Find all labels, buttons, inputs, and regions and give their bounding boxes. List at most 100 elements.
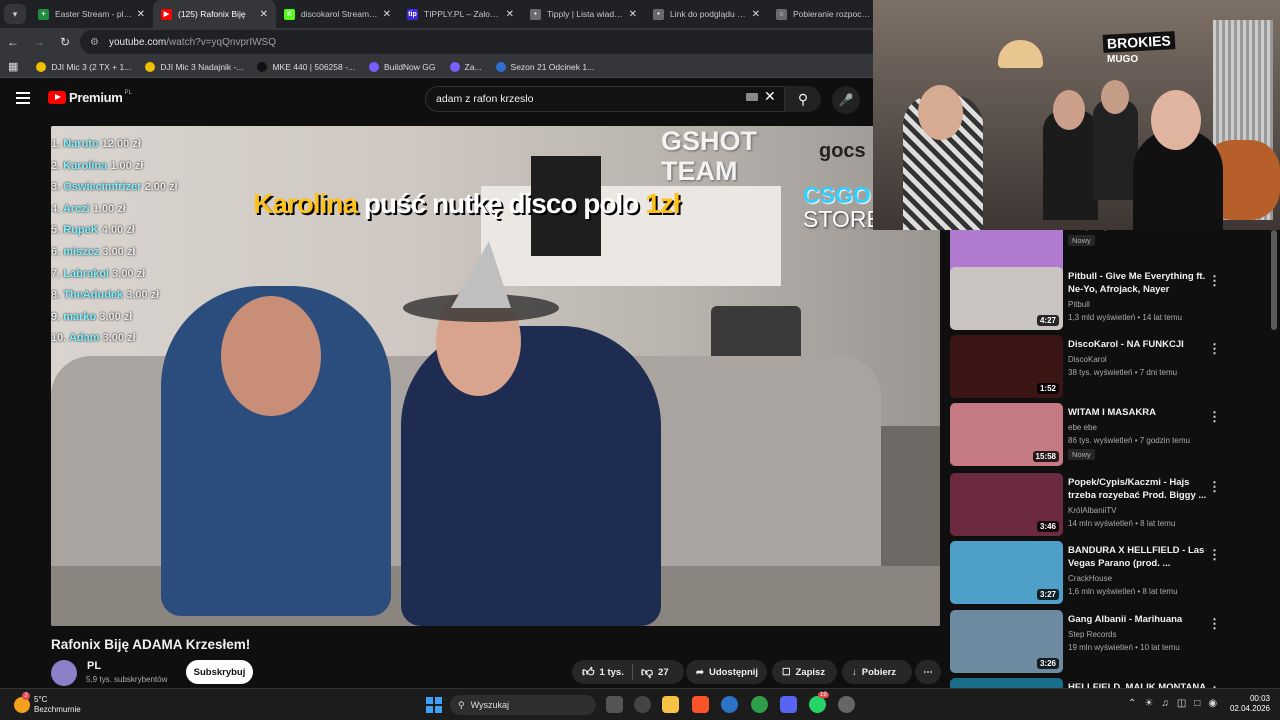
- bookmark-label: Sezon 21 Odcinek 1...: [510, 61, 595, 72]
- channel-name[interactable]: PL: [87, 660, 101, 672]
- url-bar[interactable]: ⚙ youtube.com/watch?v=yqQnvprIWSQ: [80, 30, 880, 54]
- forward-button[interactable]: →: [26, 35, 52, 49]
- subscribe-button[interactable]: Subskrybuj: [186, 660, 253, 684]
- share-label: Udostępnij: [708, 666, 759, 678]
- more-vert-icon[interactable]: ⋮: [1208, 547, 1221, 563]
- dislike-button[interactable]: 👎︎ 27: [641, 665, 669, 680]
- brave-icon[interactable]: [692, 696, 709, 713]
- clear-search-icon[interactable]: ✕: [764, 88, 776, 105]
- settings-icon[interactable]: [838, 696, 855, 713]
- video-player[interactable]: 1. Naruto 12.00 zł 2. Karolina 1.00 zł 3. …: [51, 126, 940, 626]
- recommendation-channel[interactable]: Step Records: [1068, 630, 1116, 639]
- recommendation-thumbnail[interactable]: 4:27: [950, 267, 1063, 330]
- menu-icon[interactable]: [16, 92, 30, 104]
- reload-button[interactable]: ↻: [52, 35, 78, 49]
- recommendation-thumbnail[interactable]: 3:46: [950, 473, 1063, 536]
- more-actions-button[interactable]: ⋯: [915, 660, 941, 684]
- bookmark-item[interactable]: BuildNow GG: [369, 61, 436, 72]
- tab-title: TIPPLY.PL – Zaloguj si: [424, 9, 502, 19]
- taskbar-search[interactable]: ⚲ Wyszukaj: [450, 695, 596, 715]
- more-vert-icon[interactable]: ⋮: [1208, 341, 1221, 357]
- browser-tab[interactable]: ▶ (125) Rafonix Biję ✕: [153, 0, 276, 28]
- back-button[interactable]: ←: [0, 35, 26, 49]
- recommendation-title[interactable]: BANDURA X HELLFIELD - Las Vegas Parano (…: [1068, 545, 1208, 570]
- recommendations-list: 2:17167 tys. wyświetleń • 5 dni temuNowy…: [950, 230, 1270, 688]
- search-button[interactable]: ⚲: [785, 86, 821, 112]
- discord-icon[interactable]: [780, 696, 797, 713]
- bookmark-item[interactable]: Za...: [449, 61, 482, 72]
- task-view-icon[interactable]: [606, 696, 623, 713]
- system-tray[interactable]: ⌃☀♫◫□◉: [1128, 698, 1225, 709]
- more-vert-icon[interactable]: ⋮: [1208, 616, 1221, 632]
- channel-subscribers: 5,9 tys. subskrybentów: [86, 675, 168, 684]
- browser-tab[interactable]: • Link do podglądu | W ✕: [645, 0, 768, 28]
- voice-search-button[interactable]: 🎤: [832, 86, 860, 114]
- tab-title: Link do podglądu | W: [670, 9, 748, 19]
- more-vert-icon[interactable]: ⋮: [1208, 409, 1221, 425]
- bookmark-favicon-icon: [369, 61, 380, 72]
- browser-tab[interactable]: • Tipply | Lista wiadom ✕: [522, 0, 645, 28]
- keyboard-icon[interactable]: [746, 93, 758, 101]
- file-explorer-icon[interactable]: [662, 696, 679, 713]
- like-separator: [631, 664, 633, 680]
- widgets-icon[interactable]: [634, 696, 651, 713]
- recommendation-channel[interactable]: Pitbull: [1068, 300, 1090, 309]
- recommendation-thumbnail[interactable]: 3:26: [950, 610, 1063, 673]
- recommendation-duration: 3:46: [1036, 521, 1059, 532]
- bookmark-favicon-icon: [145, 61, 156, 72]
- bookmark-item[interactable]: Sezon 21 Odcinek 1...: [495, 61, 595, 72]
- channel-avatar[interactable]: [51, 660, 77, 686]
- tab-close-icon[interactable]: ✕: [752, 9, 760, 20]
- donation-message-name: Karolina: [253, 188, 358, 219]
- recommendation-channel[interactable]: DiscoKarol: [1068, 355, 1107, 364]
- recommendation-thumbnail[interactable]: 15:58: [950, 403, 1063, 466]
- save-button[interactable]: ☐ Zapisz: [772, 660, 837, 684]
- share-icon: ➦: [696, 666, 704, 678]
- taskbar-clock[interactable]: 00:03 02.04.2026: [1228, 694, 1270, 714]
- recommendation-channel[interactable]: CrackHouse: [1068, 574, 1112, 583]
- ranking-row: 10. Adam 3.00 zł: [51, 328, 178, 350]
- youtube-logo[interactable]: Premium PL: [48, 90, 132, 105]
- ranking-name: TheAdudek: [63, 289, 124, 302]
- recommendations-scrollbar[interactable]: [1271, 230, 1277, 330]
- recommendation-channel[interactable]: KrólAlbaniiTV: [1068, 506, 1116, 515]
- windows-taskbar: 2 5°C Bezchmurnie ⚲ Wyszukaj 19 ⌃☀♫◫□◉ 00…: [0, 688, 1280, 720]
- download-button[interactable]: ↓ Pobierz: [842, 660, 912, 684]
- recommendation-title[interactable]: Gang Albanii - Marihuana: [1068, 614, 1208, 627]
- browser-tab[interactable]: Kdiscokarol Stream - W ✕: [276, 0, 399, 28]
- ccleaner-icon[interactable]: [721, 696, 738, 713]
- bookmark-item[interactable]: DJI Mic 3 (2 TX + 1...: [36, 61, 131, 72]
- recommendation-title[interactable]: Pitbull - Give Me Everything ft. Ne-Yo, …: [1068, 271, 1208, 296]
- recommendation-thumbnail[interactable]: [950, 678, 1063, 688]
- like-button[interactable]: 👍︎ 1 tys.: [582, 665, 624, 680]
- more-vert-icon[interactable]: ⋮: [1208, 479, 1221, 495]
- recommendation-meta: 1,3 mld wyświetleń • 14 lat temu: [1068, 313, 1182, 322]
- chrome-icon[interactable]: [751, 696, 768, 713]
- site-info-icon[interactable]: ⚙: [90, 37, 99, 48]
- whatsapp-icon[interactable]: [809, 696, 826, 713]
- recommendation-title[interactable]: Popek/Cypis/Kaczmi - Hajs trzeba rozyeba…: [1068, 477, 1208, 502]
- apps-icon[interactable]: ▦: [8, 60, 18, 73]
- tab-close-icon[interactable]: ✕: [260, 9, 268, 20]
- bookmark-item[interactable]: MKE 440 | 506258 -...: [257, 61, 355, 72]
- recommendation-channel[interactable]: ebe ebe: [1068, 423, 1097, 432]
- recommendation-title[interactable]: WITAM I MASAKRA: [1068, 407, 1208, 420]
- browser-tab[interactable]: + Easter Stream - plan ✕: [30, 0, 153, 28]
- recommendation-thumbnail[interactable]: 1:52: [950, 335, 1063, 398]
- bookmarks-list: DJI Mic 3 (2 TX + 1... DJI Mic 3 Nadajnik…: [36, 61, 608, 72]
- tab-close-icon[interactable]: ✕: [506, 9, 514, 20]
- more-vert-icon[interactable]: ⋮: [1208, 273, 1221, 289]
- tab-close-icon[interactable]: ✕: [383, 9, 391, 20]
- tab-close-icon[interactable]: ✕: [137, 9, 145, 20]
- share-button[interactable]: ➦ Udostępnij: [686, 660, 767, 684]
- tab-search-button[interactable]: ▾: [4, 4, 26, 24]
- search-input[interactable]: adam z rafon krzeslo: [425, 86, 785, 112]
- video-person-right: [401, 326, 661, 626]
- bookmark-item[interactable]: DJI Mic 3 Nadajnik -...: [145, 61, 243, 72]
- recommendation-thumbnail[interactable]: 3:27: [950, 541, 1063, 604]
- start-button[interactable]: [426, 697, 442, 713]
- browser-tab[interactable]: tip TIPPLY.PL – Zaloguj si ✕: [399, 0, 522, 28]
- tabs-container: + Easter Stream - plan ✕ ▶ (125) Rafonix Bij…: [30, 0, 891, 28]
- recommendation-title[interactable]: DiscoKarol - NA FUNKCJI: [1068, 339, 1208, 352]
- tab-close-icon[interactable]: ✕: [629, 9, 637, 20]
